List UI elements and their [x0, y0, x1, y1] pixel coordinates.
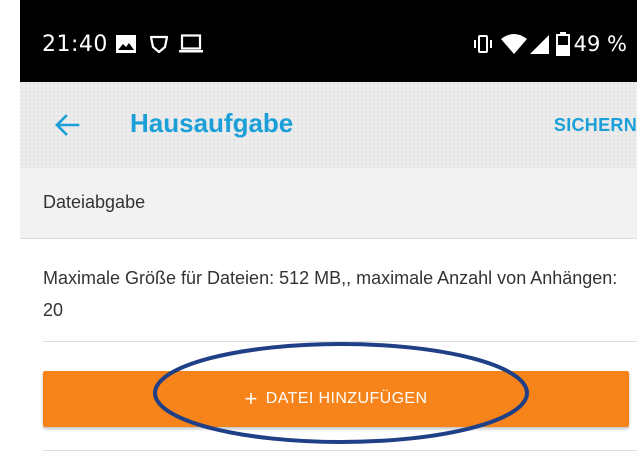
image-icon	[116, 35, 136, 53]
vibrate-icon	[474, 35, 492, 53]
save-button[interactable]: SICHERN	[554, 115, 637, 136]
add-file-button[interactable]: + DATEI HINZUFÜGEN	[43, 371, 629, 427]
section-title: Dateiabgabe	[43, 192, 146, 212]
battery-icon	[556, 32, 570, 56]
back-arrow-icon[interactable]	[54, 113, 80, 137]
upload-limits-text: Maximale Größe für Dateien: 512 MB,, max…	[43, 268, 618, 320]
wifi-icon	[501, 34, 527, 54]
add-file-label: DATEI HINZUFÜGEN	[265, 390, 428, 407]
shield-icon	[149, 35, 169, 54]
app-bar: Hausaufgabe SICHERN	[20, 82, 637, 169]
laptop-icon	[179, 34, 203, 53]
signal-icon	[530, 35, 549, 54]
status-bar: 21:40 49 %	[20, 0, 637, 82]
divider	[43, 341, 637, 342]
divider	[43, 450, 637, 451]
plus-icon: +	[244, 386, 258, 411]
page-title: Hausaufgabe	[130, 108, 294, 138]
section-header: Dateiabgabe	[20, 168, 637, 239]
battery-percent: 49 %	[573, 32, 627, 56]
status-time: 21:40	[42, 32, 108, 57]
